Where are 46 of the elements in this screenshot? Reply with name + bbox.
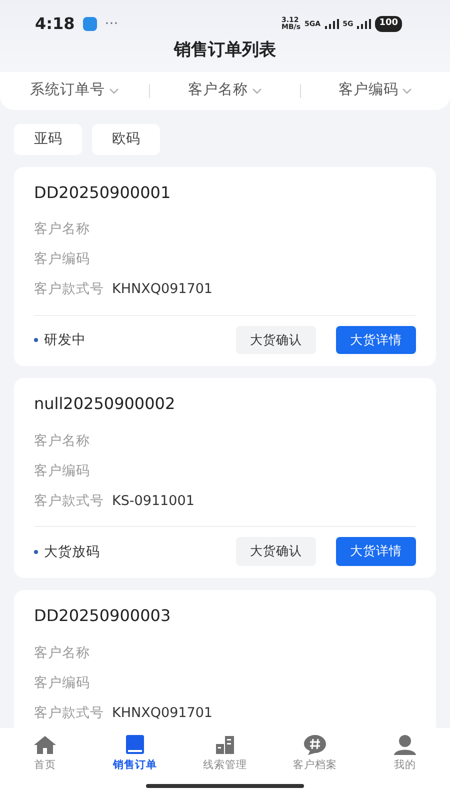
filter-dropdown[interactable]: 客户编码 — [300, 80, 450, 102]
signal-icon — [357, 19, 372, 29]
field-value: KHNXQ091701 — [112, 280, 213, 300]
tab-bar-item[interactable]: 首页 — [0, 734, 90, 780]
tab-bar-item[interactable]: 销售订单 — [90, 734, 180, 780]
order-number: DD20250900003 — [34, 605, 172, 627]
app-notification-icon — [82, 17, 97, 31]
filter-dropdown[interactable]: 系统订单号 — [0, 80, 150, 102]
field-label: 客户款式号 — [34, 704, 104, 723]
field-value: KHNXQ091701 — [112, 704, 213, 723]
more-indicator: ··· — [104, 14, 118, 34]
field-label: 客户名称 — [34, 644, 91, 663]
details-button[interactable]: 大货详情 — [336, 537, 416, 566]
field-label: 客户名称 — [34, 220, 91, 240]
chat-hash-icon — [303, 734, 327, 756]
order-status: 大货放码 — [44, 542, 100, 562]
filter-dropdown[interactable]: 客户名称 — [150, 80, 300, 102]
tab-bar-item[interactable]: 客户档案 — [270, 734, 360, 780]
field-label: 客户款式号 — [34, 280, 104, 300]
signal-icon — [324, 19, 339, 29]
order-number: null20250900002 — [34, 393, 176, 416]
field-value: KS-0911001 — [112, 492, 194, 512]
field-label: 客户名称 — [34, 432, 91, 452]
building-icon — [213, 734, 237, 756]
chevron-down-icon — [402, 88, 412, 94]
field-label: 客户编码 — [34, 674, 91, 693]
chevron-down-icon — [252, 88, 262, 94]
order-number: DD20250900001 — [34, 182, 172, 204]
home-icon — [33, 734, 57, 756]
book-icon — [123, 734, 147, 756]
tab-bar-item[interactable]: 线索管理 — [180, 734, 270, 780]
details-button[interactable]: 大货详情 — [336, 326, 416, 354]
field-label: 客户款式号 — [34, 492, 104, 512]
person-icon — [393, 734, 417, 756]
order-status: 研发中 — [44, 330, 86, 350]
chevron-down-icon — [109, 88, 120, 94]
confirm-button[interactable]: 大货确认 — [236, 537, 316, 566]
status-time: 4:18 — [35, 13, 75, 35]
tab-bar-item[interactable]: 我的 — [360, 734, 450, 780]
field-label: 客户编码 — [34, 250, 91, 270]
field-label: 客户编码 — [34, 462, 91, 482]
page-title: 销售订单列表 — [172, 39, 277, 62]
filter-chip[interactable]: 欧码 — [92, 124, 160, 154]
confirm-button[interactable]: 大货确认 — [236, 326, 316, 354]
filter-chip[interactable]: 亚码 — [14, 124, 82, 154]
battery-level: 100 — [375, 16, 402, 32]
